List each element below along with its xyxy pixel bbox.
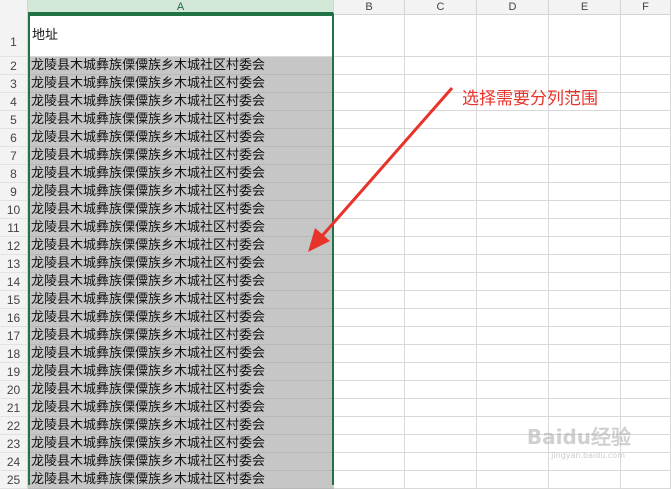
baidu-watermark-url: jingyan.baidu.com	[551, 451, 625, 460]
red-arrow-icon	[308, 87, 454, 252]
annotation-label: 选择需要分列范围	[462, 89, 598, 109]
baidu-watermark-logo: Baidu经验	[526, 425, 631, 449]
